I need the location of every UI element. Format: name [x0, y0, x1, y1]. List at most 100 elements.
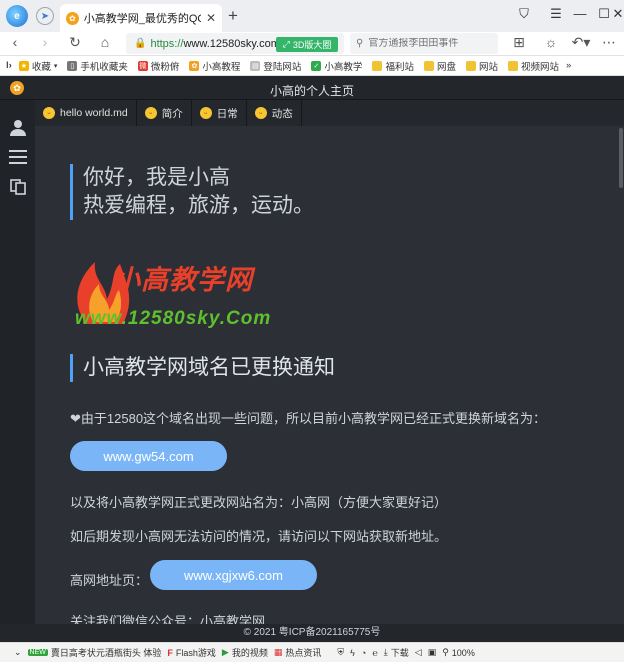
- close-window-icon[interactable]: ✕: [612, 6, 624, 22]
- tab-intro[interactable]: ᵕ 简介: [137, 100, 192, 126]
- menu-icon[interactable]: ☰: [546, 6, 566, 22]
- flash-games-link[interactable]: F Flash游戏: [167, 646, 216, 659]
- bookmark-item[interactable]: ✿ 小高教程: [186, 59, 243, 73]
- site-logo-image: 小高教学网 www.12580sky.Com: [65, 244, 285, 344]
- undo-dropdown-icon[interactable]: ↶▾: [570, 34, 592, 51]
- domain-button-gw54[interactable]: www.gw54.com: [70, 441, 227, 471]
- 3d-tag-label: 3D版大圈: [292, 40, 332, 50]
- news-text: 賣日高考状元酒瓶街头 体验: [50, 648, 162, 658]
- bookmark-label: 网盘: [436, 61, 456, 73]
- page-tabs: ᵕ hello world.md ᵕ 简介 ᵕ 日常 ᵕ 动态: [35, 100, 624, 126]
- bookmarks-more-icon[interactable]: »: [566, 60, 571, 71]
- reload-icon[interactable]: ↻: [66, 34, 84, 51]
- bookmark-item[interactable]: ✓ 小高教学: [308, 59, 365, 73]
- menu-list-icon[interactable]: [0, 142, 35, 172]
- sidebar-toggle-icon[interactable]: ǀ›: [6, 60, 12, 71]
- brightness-icon[interactable]: ☼: [542, 34, 560, 50]
- minimize-icon[interactable]: —: [570, 6, 590, 21]
- shield-icon[interactable]: ⛨: [337, 647, 344, 658]
- site-header: ✿ 小高的个人主页: [0, 76, 624, 100]
- tab-news[interactable]: ᵕ 动态: [247, 100, 302, 126]
- bookmark-item[interactable]: 网盘: [421, 59, 459, 73]
- ie-icon[interactable]: ℮: [372, 648, 377, 658]
- hero-line-1: 你好，我是小高: [83, 166, 230, 189]
- forward-icon[interactable]: ›: [36, 34, 54, 50]
- browser-logo-icon[interactable]: e: [6, 5, 28, 27]
- check-icon: ✓: [311, 60, 322, 71]
- bookmark-item[interactable]: 网站: [463, 59, 501, 73]
- shirt-skin-icon[interactable]: ⛉: [514, 6, 534, 22]
- grid-apps-icon[interactable]: ⊞: [510, 34, 528, 51]
- tab-close-icon[interactable]: ✕: [206, 11, 216, 25]
- lightning-icon[interactable]: ϟ: [350, 648, 355, 658]
- chart-icon[interactable]: ◔: [361, 648, 366, 658]
- address-url[interactable]: https://www.12580sky.com: [150, 38, 279, 50]
- tab-hello-world[interactable]: ᵕ hello world.md: [35, 100, 137, 126]
- main-content: 你好，我是小高 热爱编程，旅游，运动。 小高教学网 www.12580sky.C…: [35, 126, 618, 624]
- download-label: 下载: [390, 648, 409, 658]
- news-ticker[interactable]: NEW 賣日高考状元酒瓶街头 体验: [27, 646, 162, 659]
- bookmark-label: 收藏: [31, 61, 51, 73]
- tab-label: 日常: [216, 107, 238, 120]
- star-icon: ★: [18, 60, 29, 71]
- bookmark-item[interactable]: 福利站: [369, 59, 417, 73]
- search-box[interactable]: ⚲: [350, 33, 498, 54]
- bookmark-label: 小高教程: [202, 61, 241, 73]
- flash-icon: F: [167, 647, 173, 658]
- maximize-icon[interactable]: ☐: [594, 6, 614, 22]
- logo-text: 小高教学网: [113, 265, 253, 295]
- browser-tab-active[interactable]: ✿ 小高教学网_最优秀的QQ技术网 ✕: [60, 4, 222, 32]
- emoji-icon: ᵕ: [144, 107, 157, 119]
- browser-status-bar: ⌄ NEW 賣日高考状元酒瓶街头 体验 F Flash游戏 ▶ 我的视频 ▦ 热点资讯 …: [0, 642, 624, 662]
- page-icon: ▤: [250, 60, 261, 71]
- trash-icon[interactable]: ▣: [428, 647, 437, 658]
- site-favicon-icon: ✿: [66, 11, 79, 25]
- browser-tab-bar: e ➤ ✿ 小高教学网_最优秀的QQ技术网 ✕ + ⛉ ☰ — ☐ ✕: [0, 0, 624, 32]
- notice-heading: 小高教学网域名已更换通知: [70, 354, 335, 382]
- domain-button-xgjxw6[interactable]: www.xgjxw6.com: [150, 560, 317, 590]
- zoom-level: 100%: [451, 647, 475, 658]
- tab-title: 小高教学网_最优秀的QQ技术网: [83, 13, 201, 25]
- site-title: 小高的个人主页: [269, 84, 354, 98]
- url-host: www.12580sky.com: [183, 37, 280, 50]
- scrollbar-thumb[interactable]: [619, 128, 623, 188]
- paper-plane-icon[interactable]: ➤: [36, 7, 54, 25]
- url-scheme: https://: [150, 37, 184, 50]
- page-scrollbar[interactable]: [618, 126, 624, 624]
- emoji-icon: ᵕ: [254, 107, 267, 119]
- download-button[interactable]: ⤓ 下载: [384, 646, 409, 659]
- site-sidebar: [0, 100, 35, 624]
- user-icon[interactable]: [0, 112, 35, 142]
- follow-text: 关注我们微信公众号：小高教学网: [70, 614, 266, 624]
- new-badge: NEW: [27, 649, 48, 656]
- fallback-text: 如后期发现小高网无法访问的情况，请访问以下网站获取新地址。: [70, 529, 448, 544]
- search-icon: ⚲: [356, 38, 364, 49]
- bookmark-item[interactable]: 微微粉俯: [135, 59, 183, 73]
- speaker-icon[interactable]: ◁: [415, 647, 422, 658]
- bookmark-label: 视频网站: [520, 61, 559, 73]
- copy-pages-icon[interactable]: [0, 172, 35, 202]
- rename-text: 以及将小高教学网正式更改网站名为：小高网（方便大家更好记）: [70, 495, 448, 510]
- web-page: ✿ 小高的个人主页 ᵕ hello world.md ᵕ 简介 ᵕ 日常 ᵕ 动态 你好…: [0, 76, 624, 624]
- home-icon[interactable]: ⌂: [96, 34, 114, 50]
- bookmark-item[interactable]: ★ 收藏 ▾: [16, 59, 61, 73]
- folder-icon: [465, 60, 476, 71]
- chevron-down-icon[interactable]: ⌄: [14, 647, 22, 658]
- hot-news-link[interactable]: ▦ 热点资讯: [274, 646, 322, 659]
- more-icon[interactable]: ⋯: [600, 34, 618, 51]
- tab-daily[interactable]: ᵕ 日常: [192, 100, 247, 126]
- 3d-tag-badge[interactable]: ⤢ 3D版大圈: [276, 37, 338, 52]
- new-tab-icon[interactable]: +: [228, 6, 238, 26]
- my-video-link[interactable]: ▶ 我的视频: [222, 646, 268, 659]
- bookmark-item[interactable]: ▯ 手机收藏夹: [64, 59, 131, 73]
- back-icon[interactable]: ‹: [6, 34, 24, 50]
- bookmark-item[interactable]: 视频网站: [505, 59, 562, 73]
- search-input[interactable]: [368, 38, 489, 49]
- hero-line-2: 热爱编程，旅游，运动。: [83, 194, 314, 217]
- flash-label: Flash游戏: [175, 648, 216, 658]
- site-icon: ✿: [189, 60, 200, 71]
- bookmark-label: 微粉俯: [150, 61, 180, 73]
- zoom-control[interactable]: ⚲ 100%: [442, 647, 475, 658]
- folder-icon: [372, 60, 383, 71]
- bookmark-item[interactable]: ▤ 登陆网站: [247, 59, 304, 73]
